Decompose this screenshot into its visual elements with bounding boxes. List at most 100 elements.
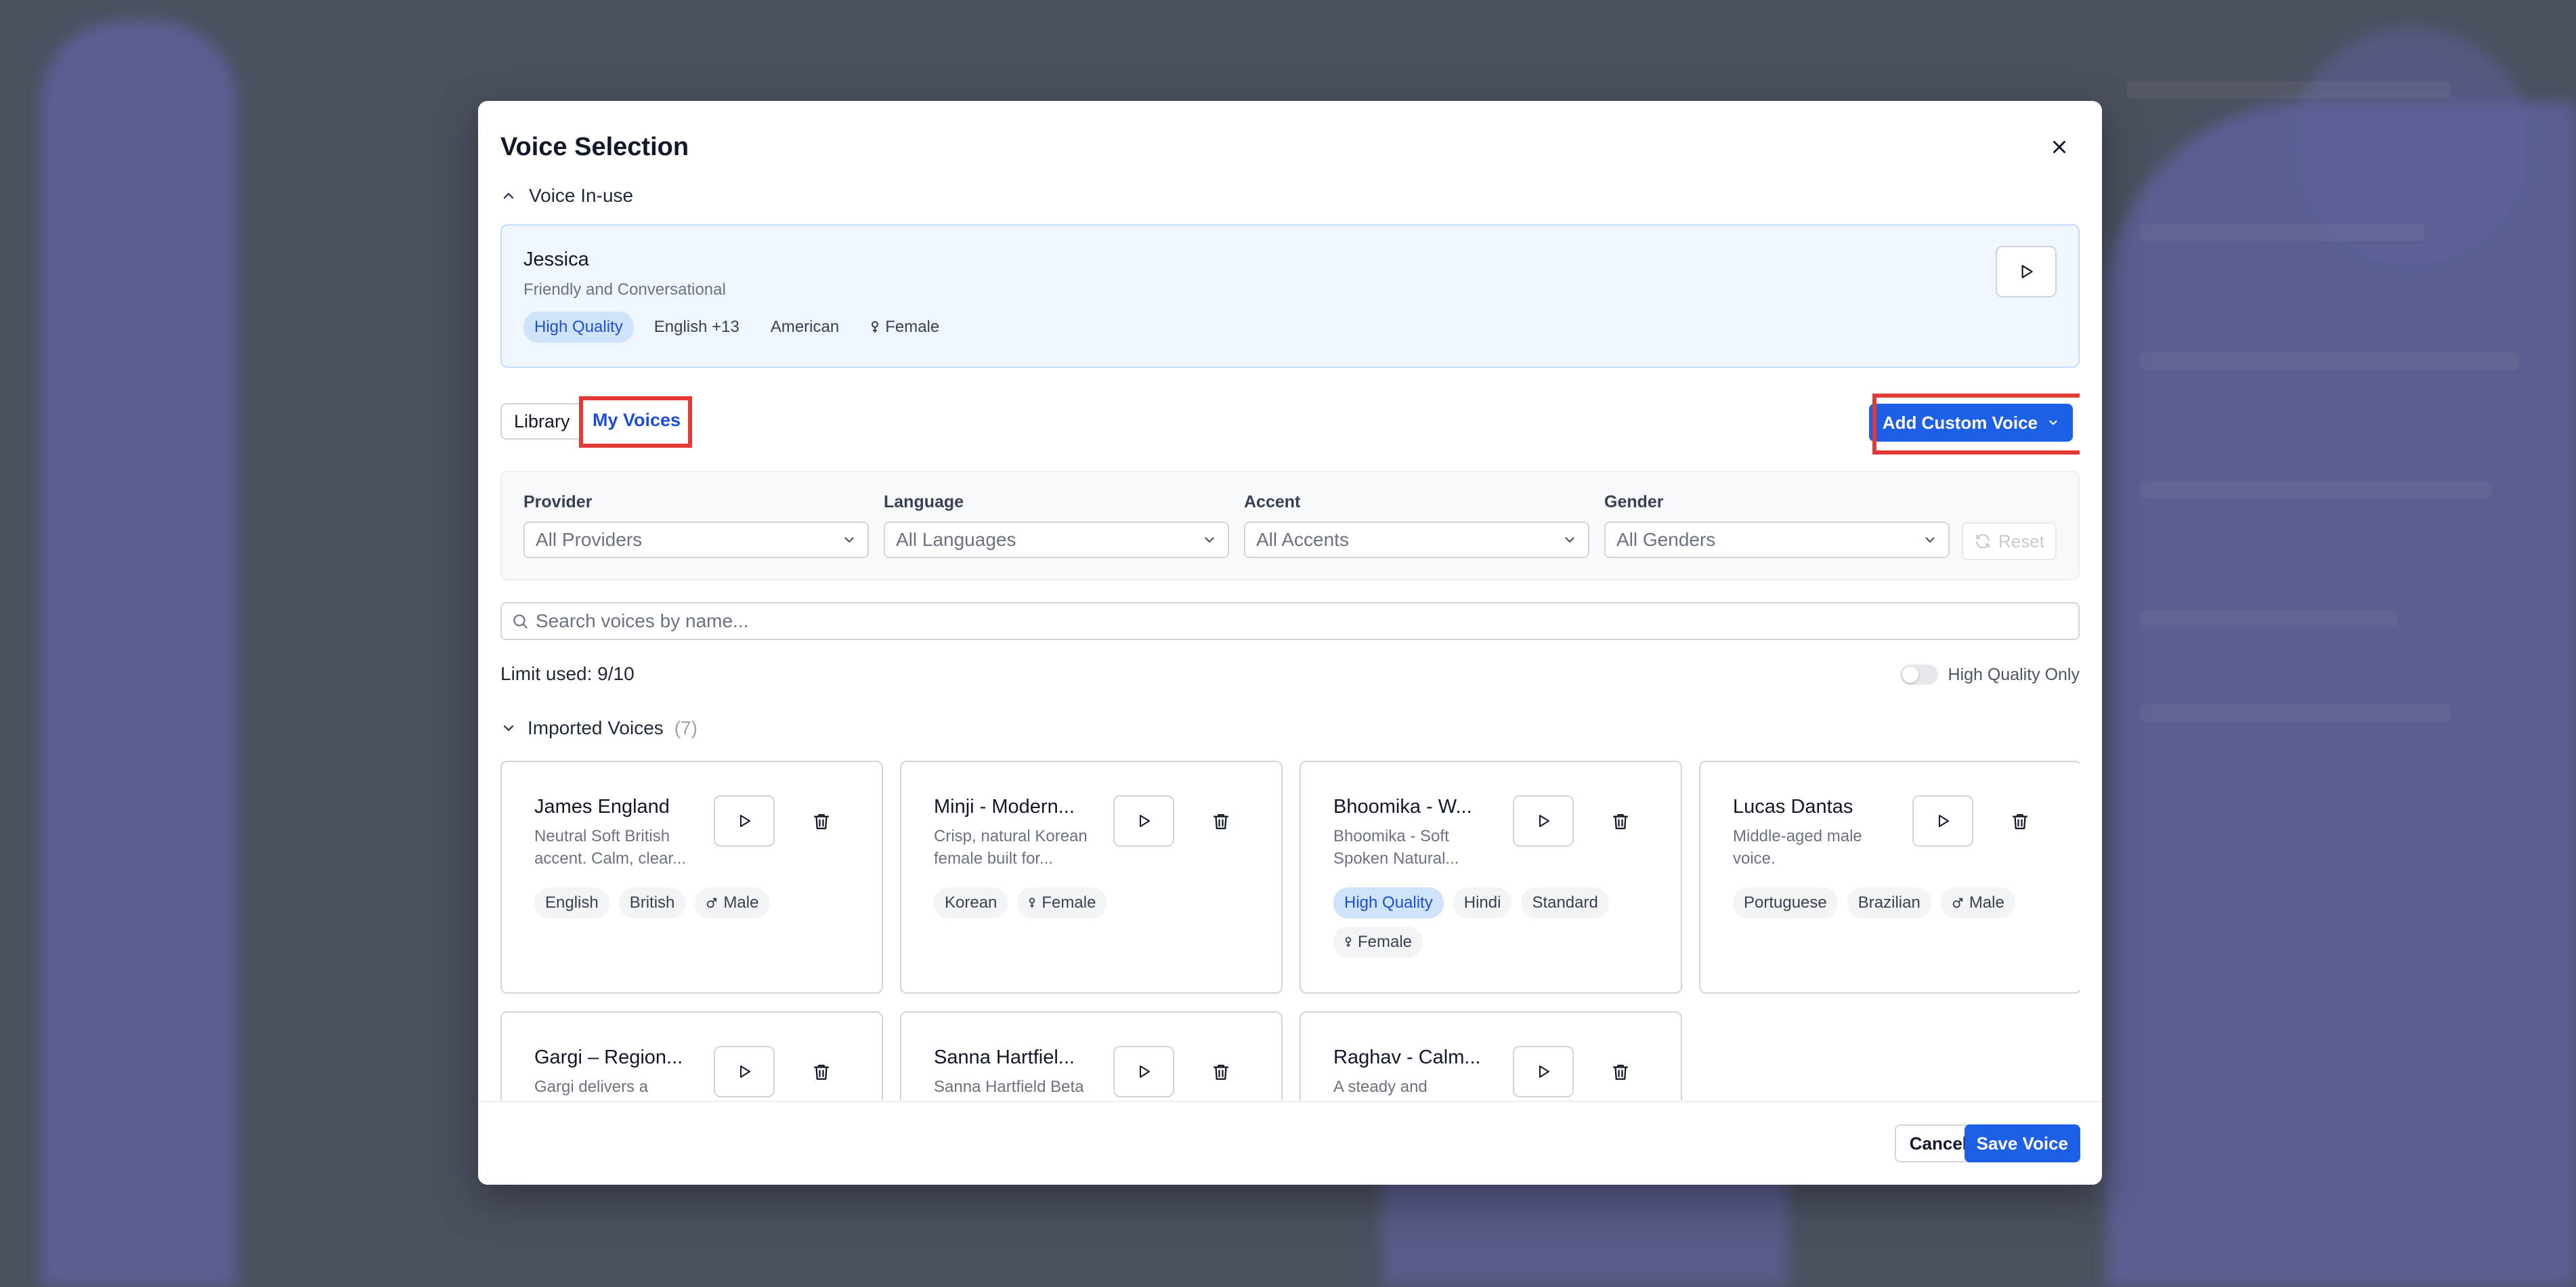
male-icon <box>1952 898 1963 908</box>
delete-voice-button[interactable] <box>1606 807 1635 837</box>
gender-label: Male <box>1969 893 2004 912</box>
chevron-down-icon <box>1205 537 1214 543</box>
accent-filter: Accent All Accents <box>1244 492 1589 558</box>
gender-filter-label: Gender <box>1604 492 1664 511</box>
voice-card-description-line: Spoken Natural... <box>1333 849 1459 868</box>
accent-label: Accent <box>1244 492 1301 511</box>
gender-label: Female <box>1358 933 1413 951</box>
voice-card[interactable]: James England Neutral Soft British accent… <box>500 761 883 994</box>
high-quality-label: High Quality Only <box>1948 664 2080 684</box>
play-icon <box>740 815 750 827</box>
voice-card-description-line: female built for... <box>934 849 1054 868</box>
modal-header: Voice Selection <box>500 127 2080 167</box>
play-voice-button[interactable] <box>1912 795 1973 847</box>
voice-in-use-label: Voice In-use <box>529 185 634 206</box>
provider-value: All Providers <box>536 529 643 550</box>
gender-value: All Genders <box>1616 529 1716 550</box>
voice-card[interactable]: Gargi – Region... Gargi delivers a <box>500 1011 883 1100</box>
tabs-row: Library My Voices Add Custom Voice <box>500 394 2080 455</box>
play-voice-button[interactable] <box>714 795 775 847</box>
modal-footer: Cancel Save Voice <box>478 1101 2102 1185</box>
language-tag: English <box>534 887 609 919</box>
imported-voices-toggle[interactable]: Imported Voices (7) <box>500 715 2080 742</box>
play-icon <box>1539 1066 1549 1078</box>
voice-card[interactable]: Lucas Dantas Middle-aged male voice. Port… <box>1699 761 2080 994</box>
delete-voice-button[interactable] <box>2005 807 2035 837</box>
delete-voice-button[interactable] <box>807 1057 836 1087</box>
play-voice-button[interactable] <box>1513 795 1574 847</box>
voice-card[interactable]: Bhoomika - W... Bhoomika - Soft Spoken Na… <box>1300 761 1682 994</box>
voice-card-description: Middle-aged male voice. <box>1733 825 1909 870</box>
tab-library[interactable]: Library <box>500 403 584 440</box>
voice-card-description: A steady and <box>1333 1076 1509 1098</box>
delete-voice-button[interactable] <box>1206 1057 1236 1087</box>
chevron-down-icon <box>1925 537 1935 543</box>
gender-tag: Female <box>1017 887 1107 919</box>
voice-card-description-line: Middle-aged male <box>1733 827 1862 845</box>
play-voice-button[interactable] <box>1513 1046 1574 1097</box>
voice-in-use-toggle[interactable]: Voice In-use <box>500 182 2080 209</box>
play-icon <box>1140 815 1150 827</box>
trash-icon <box>1213 814 1229 830</box>
voice-card-name: Raghav - Calm... <box>1333 1047 1481 1068</box>
save-voice-button[interactable]: Save Voice <box>1964 1124 2080 1162</box>
voice-in-use-name: Jessica <box>523 249 589 270</box>
play-voice-button[interactable] <box>714 1046 775 1097</box>
voice-card-name: Minji - Modern... <box>934 796 1075 818</box>
play-icon <box>1140 1066 1150 1078</box>
voice-selection-modal: Voice Selection Voice In-use Jessica Fri… <box>478 101 2102 1185</box>
accent-tag: Brazilian <box>1847 887 1931 919</box>
gender-label: Male <box>723 893 759 912</box>
imported-voices-count: (7) <box>674 717 698 738</box>
voice-card-description-line: Sanna Hartfield Beta <box>934 1078 1084 1096</box>
close-button[interactable] <box>2047 135 2071 159</box>
tab-my-voices[interactable]: My Voices <box>580 403 693 440</box>
provider-select[interactable]: All Providers <box>523 522 869 558</box>
voice-card[interactable]: Raghav - Calm... A steady and <box>1300 1011 1682 1100</box>
style-tag: Standard <box>1521 887 1609 919</box>
voice-card-tags: Korean Female <box>934 887 1249 919</box>
accent-tag: British <box>618 887 686 919</box>
reset-label: Reset <box>1998 530 2044 551</box>
language-label: Language <box>884 492 964 511</box>
voice-card-description: Neutral Soft British accent. Calm, clear.… <box>534 825 710 870</box>
accent-tag: American <box>770 318 840 336</box>
delete-voice-button[interactable] <box>807 807 836 837</box>
trash-icon <box>813 814 830 830</box>
voice-card[interactable]: Minji - Modern... Crisp, natural Korean f… <box>900 761 1283 994</box>
gender-tag: Male <box>695 887 770 919</box>
high-quality-only-toggle: High Quality Only <box>1900 664 2080 685</box>
delete-voice-button[interactable] <box>1606 1057 1635 1087</box>
add-custom-voice-label: Add Custom Voice <box>1882 412 2038 433</box>
female-icon <box>1345 937 1352 947</box>
language-filter: Language All Languages <box>884 492 1229 558</box>
delete-voice-button[interactable] <box>1206 807 1236 837</box>
voice-card[interactable]: Sanna Hartfiel... Sanna Hartfield Beta <box>900 1011 1283 1100</box>
language-select[interactable]: All Languages <box>884 522 1229 558</box>
play-voice-button[interactable] <box>1113 1046 1174 1097</box>
language-value: All Languages <box>896 529 1016 550</box>
female-icon <box>872 321 879 333</box>
search-input[interactable] <box>536 610 2069 632</box>
gender-tag: Female <box>859 312 950 343</box>
accent-select[interactable]: All Accents <box>1244 522 1589 558</box>
high-quality-switch[interactable] <box>1900 664 1939 685</box>
voice-card-description-line: voice. <box>1733 849 1776 868</box>
language-tag: English +13 <box>653 318 739 336</box>
trash-icon <box>1612 814 1629 830</box>
play-icon <box>1539 815 1549 827</box>
play-in-use-button[interactable] <box>1996 246 2057 297</box>
reset-button[interactable]: Reset <box>1962 522 2057 560</box>
add-custom-voice-button[interactable]: Add Custom Voice <box>1868 404 2073 442</box>
gender-select[interactable]: All Genders <box>1604 522 1950 558</box>
modal-body[interactable]: Voice In-use Jessica Friendly and Conver… <box>500 182 2080 1100</box>
voice-card-description: Sanna Hartfield Beta <box>934 1076 1110 1098</box>
voice-card-tags: High Quality Hindi Standard Female <box>1333 887 1648 958</box>
search-icon <box>513 614 528 629</box>
voice-card-name: James England <box>534 796 670 818</box>
voice-card-description-line: Bhoomika - Soft <box>1333 827 1449 845</box>
voice-card-description-line: accent. Calm, clear... <box>534 849 687 868</box>
filters-panel: Provider All Providers Language All Lang… <box>500 471 2080 581</box>
play-voice-button[interactable] <box>1113 795 1174 847</box>
imported-voices-title: Imported Voices <box>528 717 664 738</box>
